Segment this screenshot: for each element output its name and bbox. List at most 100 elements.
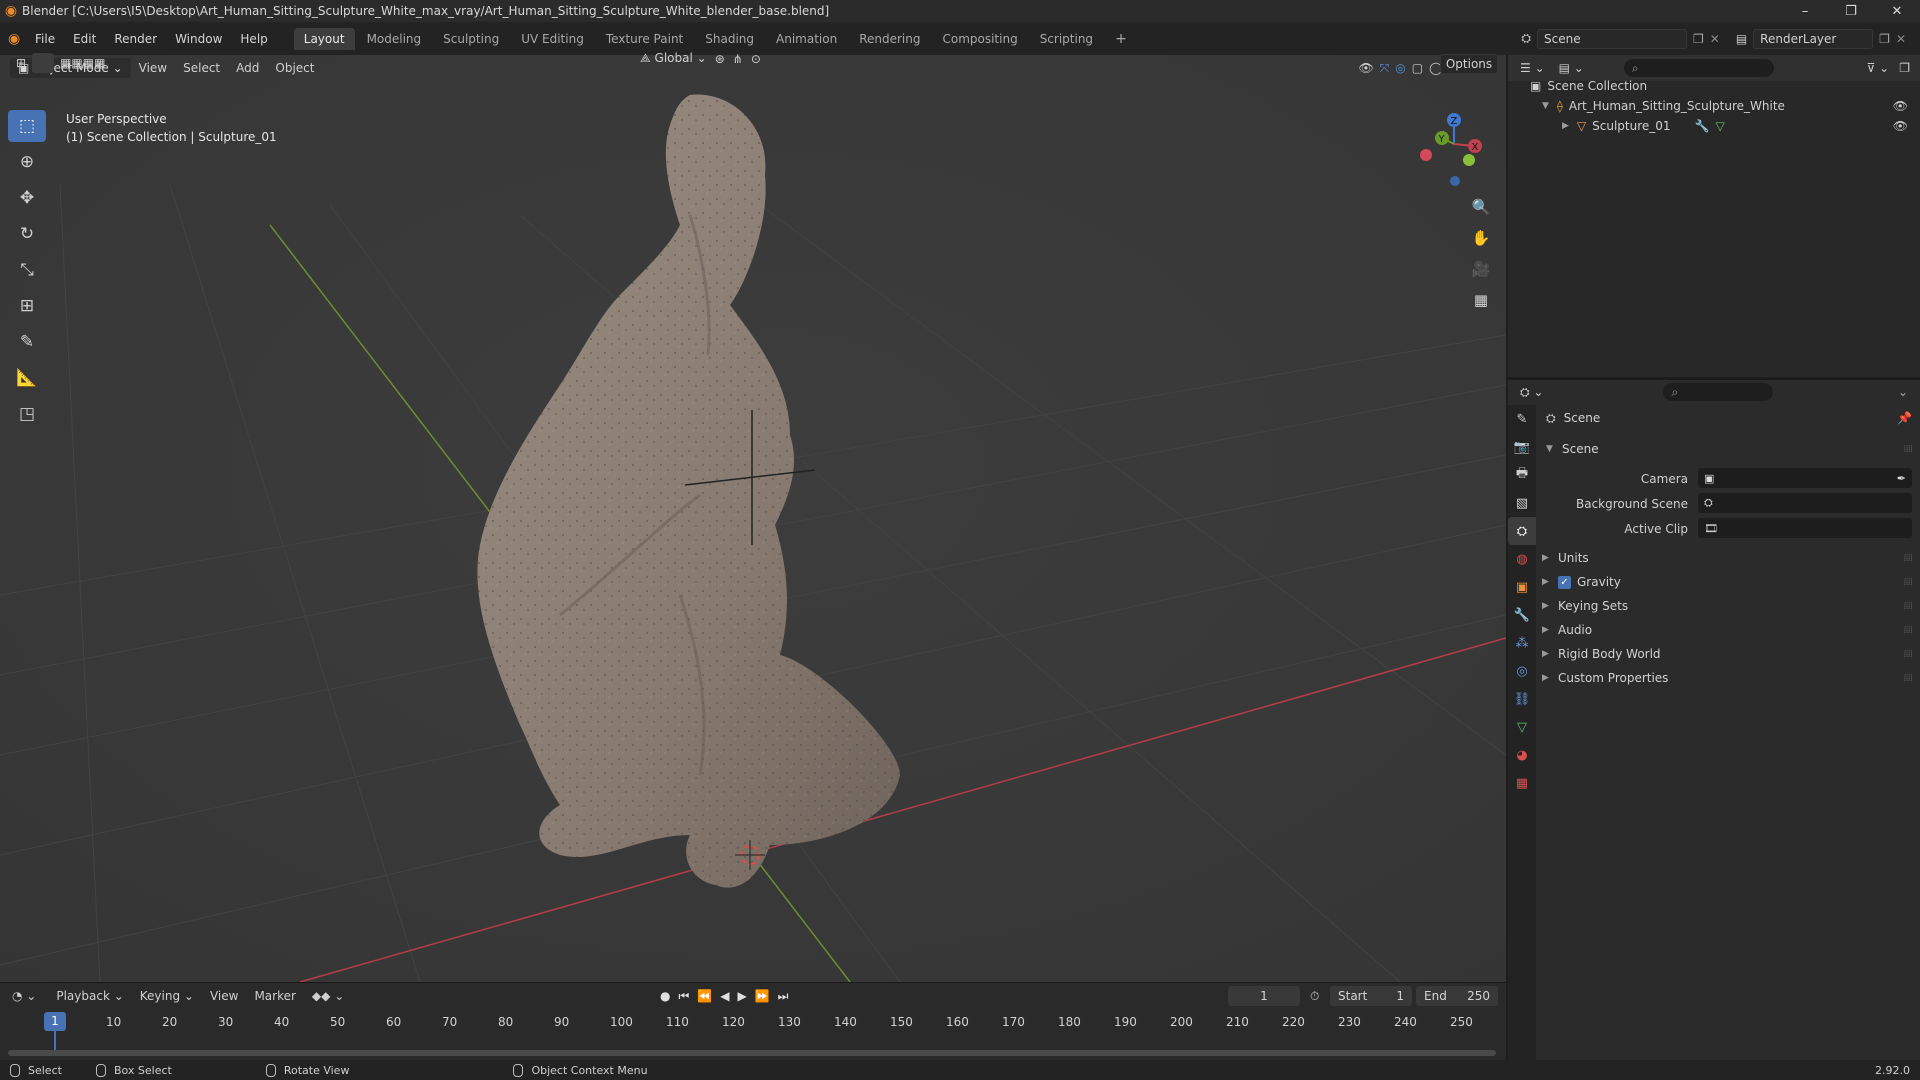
eyedropper-icon[interactable]: ✒	[1897, 472, 1906, 485]
tab-modeling[interactable]: Modeling	[357, 28, 432, 50]
world-tab-icon[interactable]: ◍	[1508, 545, 1536, 573]
modifier-tab-icon[interactable]: 🔧	[1508, 601, 1536, 629]
timeline-menu-view[interactable]: View	[202, 986, 246, 1006]
expand-triangle-icon[interactable]: ▶	[1542, 601, 1558, 611]
outliner-row-collection[interactable]: ▼ ⟠ Art_Human_Sitting_Sculpture_White 👁	[1508, 96, 1920, 116]
viewport-menu-view[interactable]: View	[131, 58, 175, 78]
minimize-button[interactable]: –	[1782, 4, 1828, 19]
move-tool-icon[interactable]: ✥	[8, 182, 46, 214]
zoom-icon[interactable]: 🔍	[1466, 192, 1496, 222]
tab-compositing[interactable]: Compositing	[932, 28, 1027, 50]
tab-sculpting[interactable]: Sculpting	[433, 28, 509, 50]
timeline-menu-playback[interactable]: Playback ⌄	[48, 986, 131, 1006]
editor-type-icon[interactable]: ⊞	[16, 56, 26, 70]
tab-shading[interactable]: Shading	[695, 28, 764, 50]
material-tab-icon[interactable]: ◕	[1508, 741, 1536, 769]
scene-browse-icon[interactable]: ⛭	[1521, 31, 1531, 46]
units-panel[interactable]: ▶ Units ⁞⁞⁞⁞	[1542, 547, 1913, 569]
add-cube-tool-icon[interactable]: ◳	[8, 398, 46, 430]
drag-handle-icon[interactable]: ⁞⁞⁞⁞	[1903, 577, 1913, 588]
drag-handle-icon[interactable]: ⁞⁞⁞⁞	[1903, 649, 1913, 660]
tool-tab-icon[interactable]: ✎	[1508, 405, 1536, 433]
tab-layout[interactable]: Layout	[293, 27, 355, 50]
modifier-wrench-icon[interactable]: 🔧	[1695, 119, 1710, 133]
jump-end-icon[interactable]: ⏭	[778, 989, 789, 1004]
expand-triangle-icon[interactable]: ▶	[1542, 577, 1558, 587]
gravity-panel[interactable]: ▶ ✓ Gravity ⁞⁞⁞⁞	[1542, 571, 1913, 593]
expand-triangle-icon[interactable]: ▶	[1542, 625, 1558, 635]
keyframe-nav-icon[interactable]: ◆◆ ⌄	[312, 989, 344, 1003]
pin-icon[interactable]: 📌	[1897, 411, 1912, 425]
cursor-tool-icon[interactable]: ⊕	[8, 146, 46, 178]
timeline-menu-keying[interactable]: Keying ⌄	[132, 986, 202, 1006]
3d-viewport[interactable]	[0, 55, 1506, 982]
editor-type-selector[interactable]: ⊞ ▦▦▦▦	[16, 53, 105, 73]
properties-search-input[interactable]: ⌕	[1663, 383, 1774, 401]
menu-file[interactable]: File	[26, 32, 64, 46]
menu-render[interactable]: Render	[105, 32, 166, 46]
pivot-icon[interactable]: ⊛	[715, 52, 725, 66]
visibility-eye-icon[interactable]: 👁	[1893, 99, 1908, 113]
properties-editor-type-icon[interactable]: ⛭ ⌄	[1520, 385, 1543, 400]
record-icon[interactable]: ●	[660, 989, 670, 1004]
scene-panel-header[interactable]: ▼ Scene ⁞⁞⁞⁞	[1542, 438, 1913, 460]
outliner-search-input[interactable]: ⌕	[1623, 59, 1774, 77]
tab-uv-editing[interactable]: UV Editing	[511, 28, 594, 50]
play-icon[interactable]: ▶	[737, 989, 746, 1004]
proportional-edit-icon[interactable]: ⊙	[751, 52, 761, 66]
data-tab-icon[interactable]: ▽	[1508, 713, 1536, 741]
select-mode-icon[interactable]	[32, 53, 55, 73]
tab-rendering[interactable]: Rendering	[849, 28, 930, 50]
add-workspace-button[interactable]: +	[1105, 27, 1137, 51]
filter-icon[interactable]: ⊽ ⌄	[1867, 61, 1890, 75]
xray-toggle-icon[interactable]: ▢	[1412, 61, 1423, 75]
properties-options-icon[interactable]: ⌄	[1898, 385, 1908, 399]
next-keyframe-icon[interactable]: ⏩	[755, 989, 770, 1004]
keying-sets-panel[interactable]: ▶ Keying Sets ⁞⁞⁞⁞	[1542, 595, 1913, 617]
drag-handle-icon[interactable]: ⁞⁞⁞⁞	[1903, 601, 1913, 612]
preview-range-icon[interactable]: ⏱	[1310, 989, 1319, 1004]
drag-handle-icon[interactable]: ⁞⁞⁞⁞	[1903, 553, 1913, 564]
rotate-tool-icon[interactable]: ↻	[8, 218, 46, 250]
timeline-playhead[interactable]	[54, 1030, 56, 1050]
menu-window[interactable]: Window	[166, 32, 231, 46]
expand-triangle-icon[interactable]: ▶	[1542, 649, 1558, 659]
timeline-menu-marker[interactable]: Marker	[246, 986, 303, 1006]
expand-triangle-icon[interactable]: ▶	[1542, 553, 1558, 563]
menu-help[interactable]: Help	[231, 32, 276, 46]
scale-tool-icon[interactable]: ⤡	[8, 254, 46, 286]
camera-view-icon[interactable]: 🎥	[1466, 254, 1496, 284]
new-collection-icon[interactable]: ❐	[1899, 61, 1910, 75]
jump-start-icon[interactable]: ⏮	[678, 989, 689, 1004]
particles-tab-icon[interactable]: ⁂	[1508, 629, 1536, 657]
timeline-editor-type-icon[interactable]: ◔ ⌄	[12, 989, 36, 1003]
visibility-eye-icon[interactable]: 👁	[1893, 119, 1908, 133]
active-clip-field[interactable]: 🎞	[1698, 518, 1912, 538]
drag-handle-icon[interactable]: ⁞⁞⁞⁞	[1903, 673, 1913, 684]
render-tab-icon[interactable]: 📷	[1508, 433, 1536, 461]
rigid-body-world-panel[interactable]: ▶ Rigid Body World ⁞⁞⁞⁞	[1542, 643, 1913, 665]
select-box-tool-icon[interactable]: ⬚	[8, 110, 46, 142]
close-button[interactable]: ✕	[1874, 4, 1920, 19]
gizmo-toggle-icon[interactable]: ⤧	[1380, 61, 1390, 76]
drag-handle-icon[interactable]: ⁞⁞⁞⁞	[1903, 625, 1913, 636]
viewport-menu-select[interactable]: Select	[175, 58, 228, 78]
options-dropdown[interactable]: Options	[1440, 54, 1498, 74]
maximize-button[interactable]: ❐	[1828, 4, 1874, 19]
orientation-dropdown[interactable]: ⟁ Global ⌄	[640, 51, 707, 66]
delete-scene-icon[interactable]: ✕	[1710, 32, 1720, 46]
snap-icon[interactable]: ⋔	[733, 52, 743, 66]
drag-handle-icon[interactable]: ⁞⁞⁞⁞	[1903, 444, 1913, 455]
timeline-scrollbar[interactable]	[8, 1050, 1496, 1056]
tab-texture-paint[interactable]: Texture Paint	[596, 28, 693, 50]
measure-tool-icon[interactable]: 📐	[8, 362, 46, 394]
renderlayer-browse-icon[interactable]: ▤	[1736, 32, 1747, 46]
scene-field[interactable]: Scene	[1537, 28, 1687, 49]
visibility-icon[interactable]: 👁	[1358, 61, 1373, 75]
select-box-mode-icon[interactable]: ▦▦▦▦	[60, 56, 105, 70]
transform-tool-icon[interactable]: ⊞	[8, 290, 46, 322]
expand-triangle-icon[interactable]: ▶	[1542, 673, 1558, 683]
mesh-data-icon[interactable]: ▽	[1716, 119, 1725, 133]
new-scene-icon[interactable]: ❐	[1693, 32, 1704, 46]
delete-renderlayer-icon[interactable]: ✕	[1896, 32, 1906, 46]
